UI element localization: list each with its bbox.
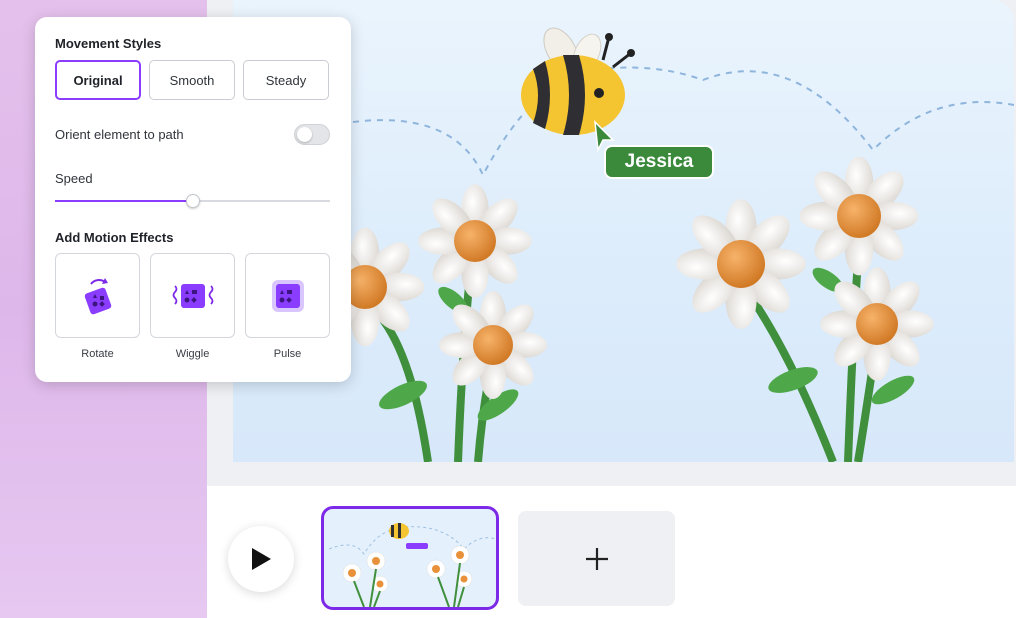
effect-pulse-label: Pulse: [273, 348, 302, 360]
plus-icon: [585, 547, 608, 570]
movement-styles-title: Movement Styles: [55, 36, 162, 51]
play-icon: [252, 548, 271, 570]
style-steady-button[interactable]: Steady: [243, 60, 329, 100]
motion-effects-title: Add Motion Effects: [55, 230, 174, 245]
rotate-icon: [84, 277, 111, 314]
pulse-icon: [271, 279, 304, 312]
toggle-knob: [297, 127, 312, 142]
add-page-button[interactable]: [518, 511, 675, 606]
orient-to-path-label: Orient element to path: [55, 127, 184, 142]
wiggle-icon: [172, 283, 213, 308]
speed-slider-thumb[interactable]: [185, 194, 200, 208]
effect-pulse-button[interactable]: [245, 253, 330, 338]
orient-to-path-toggle[interactable]: [294, 124, 330, 145]
animate-panel: Movement Styles Original Smooth Steady O…: [35, 17, 351, 382]
page-thumbnail[interactable]: [321, 506, 499, 610]
play-button[interactable]: [228, 526, 294, 592]
speed-label: Speed: [55, 171, 93, 186]
effect-rotate-button[interactable]: [55, 253, 140, 338]
thumbnail-preview: [328, 523, 496, 607]
speed-slider-fill: [55, 200, 193, 202]
effect-rotate-label: Rotate: [81, 348, 114, 360]
effect-wiggle-label: Wiggle: [175, 348, 210, 360]
flower-group-right: [676, 156, 934, 462]
effect-wiggle-button[interactable]: [150, 253, 235, 338]
style-original-button[interactable]: Original: [55, 60, 141, 100]
speed-slider[interactable]: [55, 194, 330, 208]
style-smooth-button[interactable]: Smooth: [149, 60, 235, 100]
bee: [521, 27, 635, 135]
collaborator-name-tag: Jessica: [604, 145, 714, 179]
